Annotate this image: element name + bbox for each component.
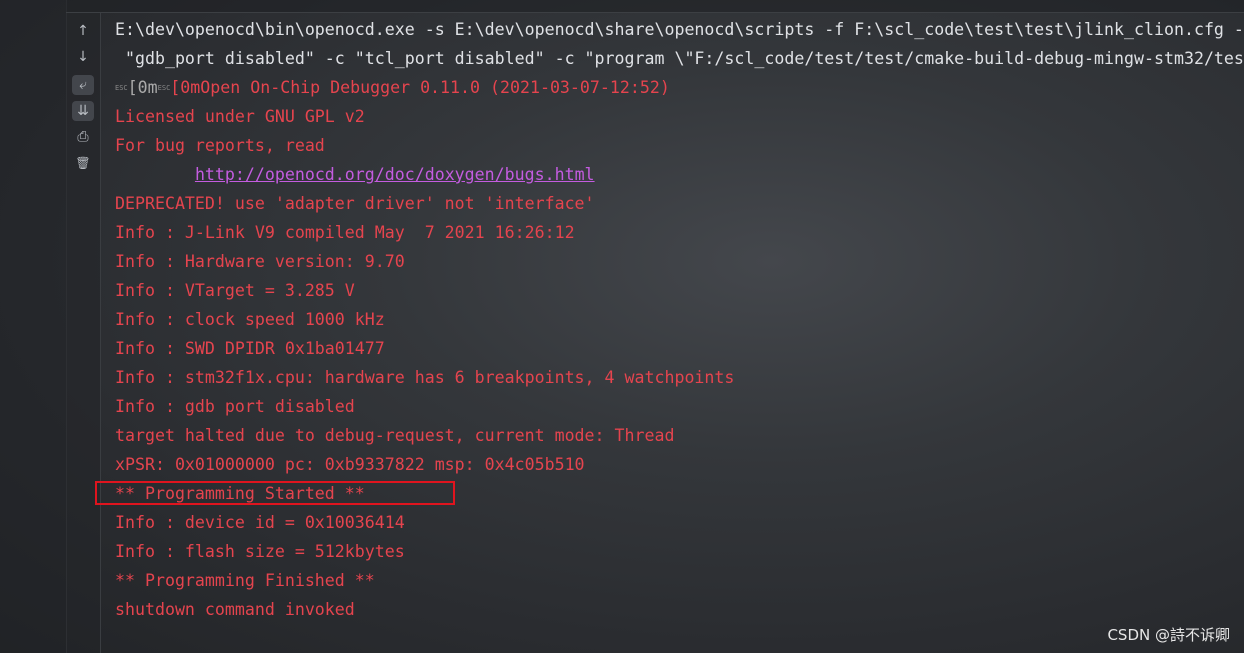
output-line: target halted due to debug-request, curr… [115,426,675,445]
bugs-link[interactable]: http://openocd.org/doc/doxygen/bugs.html [195,165,595,184]
output-line: Info : stm32f1x.cpu: hardware has 6 brea… [115,368,735,387]
escape-sequence: [0m [170,78,201,97]
output-line: DEPRECATED! use 'adapter driver' not 'in… [115,194,595,213]
arrow-up-icon[interactable]: ↑ [72,21,94,41]
output-line: xPSR: 0x01000000 pc: 0xb9337822 msp: 0x4… [115,455,585,474]
esc-marker: ESC [115,84,128,92]
arrow-down-icon[interactable]: ↓ [72,47,94,67]
output-line: Info : Hardware version: 9.70 [115,252,405,271]
command-line-continued: "gdb_port disabled" -c "tcl_port disable… [115,49,1244,68]
output-line: ** Programming Finished ** [115,571,375,590]
left-panel [0,0,67,653]
trash-icon[interactable]: 🗑 [72,153,94,173]
highlight-box [95,481,455,505]
output-line: Info : device id = 0x10036414 [115,513,405,532]
output-line: Info : J-Link V9 compiled May 7 2021 16:… [115,223,575,242]
output-line: Info : VTarget = 3.285 V [115,281,355,300]
banner-text: Open On-Chip Debugger 0.11.0 (2021-03-07… [200,78,670,97]
output-line: Info : flash size = 512kbytes [115,542,405,561]
scroll-to-end-icon[interactable]: ⇊ [72,101,94,121]
soft-wrap-icon[interactable]: ⤶ [72,75,94,95]
banner-line: ESC[0mESC[0mOpen On-Chip Debugger 0.11.0… [115,73,1244,102]
output-line: Info : gdb port disabled [115,397,355,416]
output-line: shutdown command invoked [115,600,355,619]
run-toolbar [66,0,1244,13]
console-output: E:\dev\openocd\bin\openocd.exe -s E:\dev… [115,15,1244,624]
link-line: http://openocd.org/doc/doxygen/bugs.html [115,160,1244,189]
watermark: CSDN @詩不诉卿 [1107,626,1230,644]
esc-marker: ESC [157,84,171,92]
command-line: E:\dev\openocd\bin\openocd.exe -s E:\dev… [115,20,1244,39]
bugs-line: For bug reports, read [115,136,325,155]
license-line: Licensed under GNU GPL v2 [115,107,365,126]
output-line: Info : SWD DPIDR 0x1ba01477 [115,339,385,358]
escape-sequence: [0m [127,78,158,97]
output-line: Info : clock speed 1000 kHz [115,310,385,329]
print-icon[interactable]: ⎙ [72,127,94,147]
console-toolbar: ↑ ↓ ⤶ ⇊ ⎙ 🗑 [66,13,101,653]
